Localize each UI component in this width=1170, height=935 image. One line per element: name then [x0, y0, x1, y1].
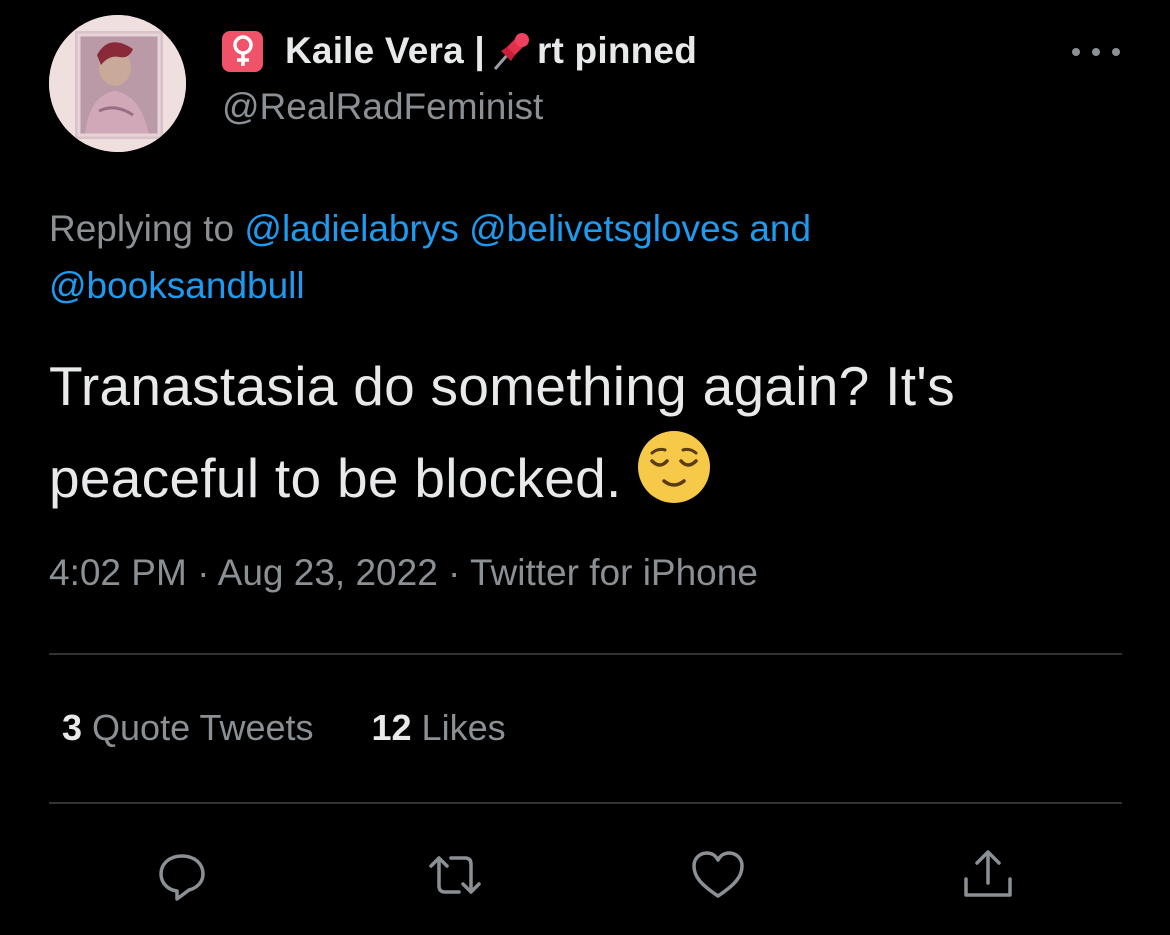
author-name-prefix: Kaile Vera |: [285, 30, 485, 71]
reply-context: Replying to @ladielabrys @belivetsgloves…: [49, 200, 1129, 314]
reply-conjunction[interactable]: and: [749, 208, 811, 249]
tweet-text: Tranastasia do something again? It's pea…: [49, 345, 1139, 519]
relieved-face-icon: [634, 427, 714, 507]
tweet-meta: 4:02 PM · Aug 23, 2022 · Twitter for iPh…: [49, 552, 758, 594]
replying-label: Replying to: [49, 208, 245, 249]
author-handle[interactable]: @RealRadFeminist: [222, 86, 543, 128]
mention-link[interactable]: @booksandbull: [49, 265, 305, 306]
tweet-time[interactable]: 4:02 PM: [49, 552, 187, 593]
mention-link[interactable]: @belivetsgloves: [469, 208, 739, 249]
action-bar: [0, 845, 1170, 905]
share-icon[interactable]: [958, 845, 1018, 905]
tweet-body: Tranastasia do something again? It's pea…: [49, 355, 955, 509]
meta-separator: ·: [437, 552, 470, 593]
quote-tweets-stat[interactable]: 3 Quote Tweets: [62, 707, 314, 749]
meta-separator: ·: [186, 552, 218, 593]
retweet-icon[interactable]: [425, 845, 485, 905]
more-options-icon[interactable]: [1072, 40, 1120, 64]
tweet-date[interactable]: Aug 23, 2022: [218, 552, 438, 593]
divider: [49, 653, 1122, 655]
pushpin-icon: [489, 29, 533, 73]
tweet-detail: Kaile Vera | rt pinned @RealRadFeminist …: [0, 0, 1170, 935]
likes-label: Likes: [421, 707, 506, 748]
like-icon[interactable]: [688, 845, 748, 905]
reply-icon[interactable]: [152, 845, 212, 905]
female-sign-icon: [222, 30, 263, 72]
author-name-row[interactable]: Kaile Vera | rt pinned: [222, 28, 697, 74]
likes-count: 12: [371, 707, 412, 748]
quote-tweets-label: Quote Tweets: [92, 707, 314, 748]
author-name-suffix: rt pinned: [536, 30, 698, 71]
likes-stat[interactable]: 12 Likes: [372, 707, 506, 749]
quote-tweets-count: 3: [62, 707, 83, 748]
mention-link[interactable]: @ladielabrys: [244, 208, 458, 249]
divider: [49, 802, 1122, 804]
tweet-stats: 3 Quote Tweets 12 Likes: [62, 707, 564, 749]
avatar[interactable]: [49, 15, 186, 152]
tweet-source[interactable]: Twitter for iPhone: [470, 552, 758, 593]
